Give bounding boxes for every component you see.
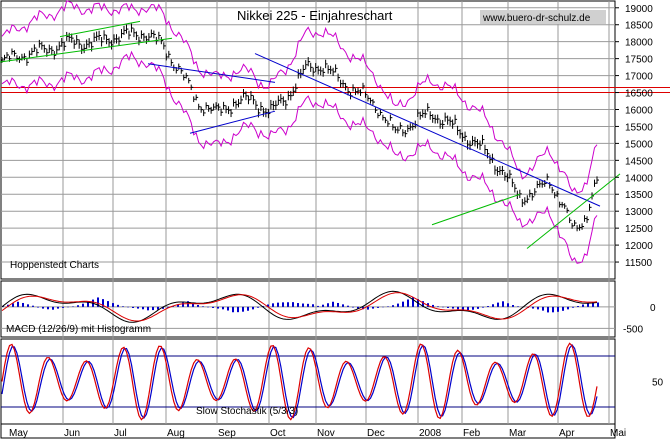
x-tick-label: Jul: [114, 428, 127, 439]
y-tick-label: 19000: [625, 4, 653, 15]
price-panel-frame: [0, 0, 616, 280]
y-tick-label: 12500: [625, 224, 653, 235]
x-tick-label: Mar: [509, 428, 527, 439]
y-tick-label: 16000: [625, 105, 653, 116]
chart-root: May Jun Jul Aug Sep Oct Nov Dec 2008 Feb Mar Apr Mai…: [0, 0, 672, 439]
y-tick-label: 14500: [625, 156, 653, 167]
x-tick-label: Feb: [463, 428, 481, 439]
macd-label: MACD (12/26/9) mit Histogramm: [6, 324, 151, 335]
x-tick-label: Mai: [610, 428, 626, 439]
y-tick-label: 14000: [625, 173, 653, 184]
y-tick-label: 13500: [625, 190, 653, 201]
macd-y-tick-label: 0: [650, 303, 656, 314]
x-tick-label: Sep: [218, 428, 236, 439]
x-tick-label: 2008: [419, 428, 442, 439]
x-tick-label: Aug: [167, 428, 185, 439]
x-tick-label: May: [9, 428, 28, 439]
x-tick-label: Jun: [64, 428, 80, 439]
y-tick-label: 11500: [625, 258, 653, 269]
y-tick-label: 12000: [625, 241, 653, 252]
stoch-y-tick-label: 50: [652, 378, 664, 389]
x-tick-label: Nov: [317, 428, 335, 439]
chart-title: Nikkei 225 - Einjahreschart: [237, 8, 393, 23]
watermark: www.buero-dr-schulz.de: [482, 13, 591, 24]
source-label: Hoppenstedt Charts: [10, 260, 99, 271]
y-tick-label: 16500: [625, 89, 653, 100]
nikkei-chart: May Jun Jul Aug Sep Oct Nov Dec 2008 Feb Mar Apr Mai…: [0, 0, 670, 439]
y-tick-label: 18000: [625, 38, 653, 49]
macd-y-tick-label: -500: [623, 324, 643, 335]
y-tick-label: 15500: [625, 122, 653, 133]
stoch-label: Slow Stochastik (5/3/3): [196, 406, 298, 417]
y-tick-label: 17500: [625, 55, 653, 66]
y-tick-label: 15000: [625, 139, 653, 150]
x-tick-label: Oct: [270, 428, 286, 439]
y-tick-label: 17000: [625, 72, 653, 83]
x-tick-label: Dec: [367, 428, 385, 439]
y-tick-label: 18500: [625, 21, 653, 32]
x-tick-label: Apr: [559, 428, 575, 439]
y-tick-label: 13000: [625, 207, 653, 218]
